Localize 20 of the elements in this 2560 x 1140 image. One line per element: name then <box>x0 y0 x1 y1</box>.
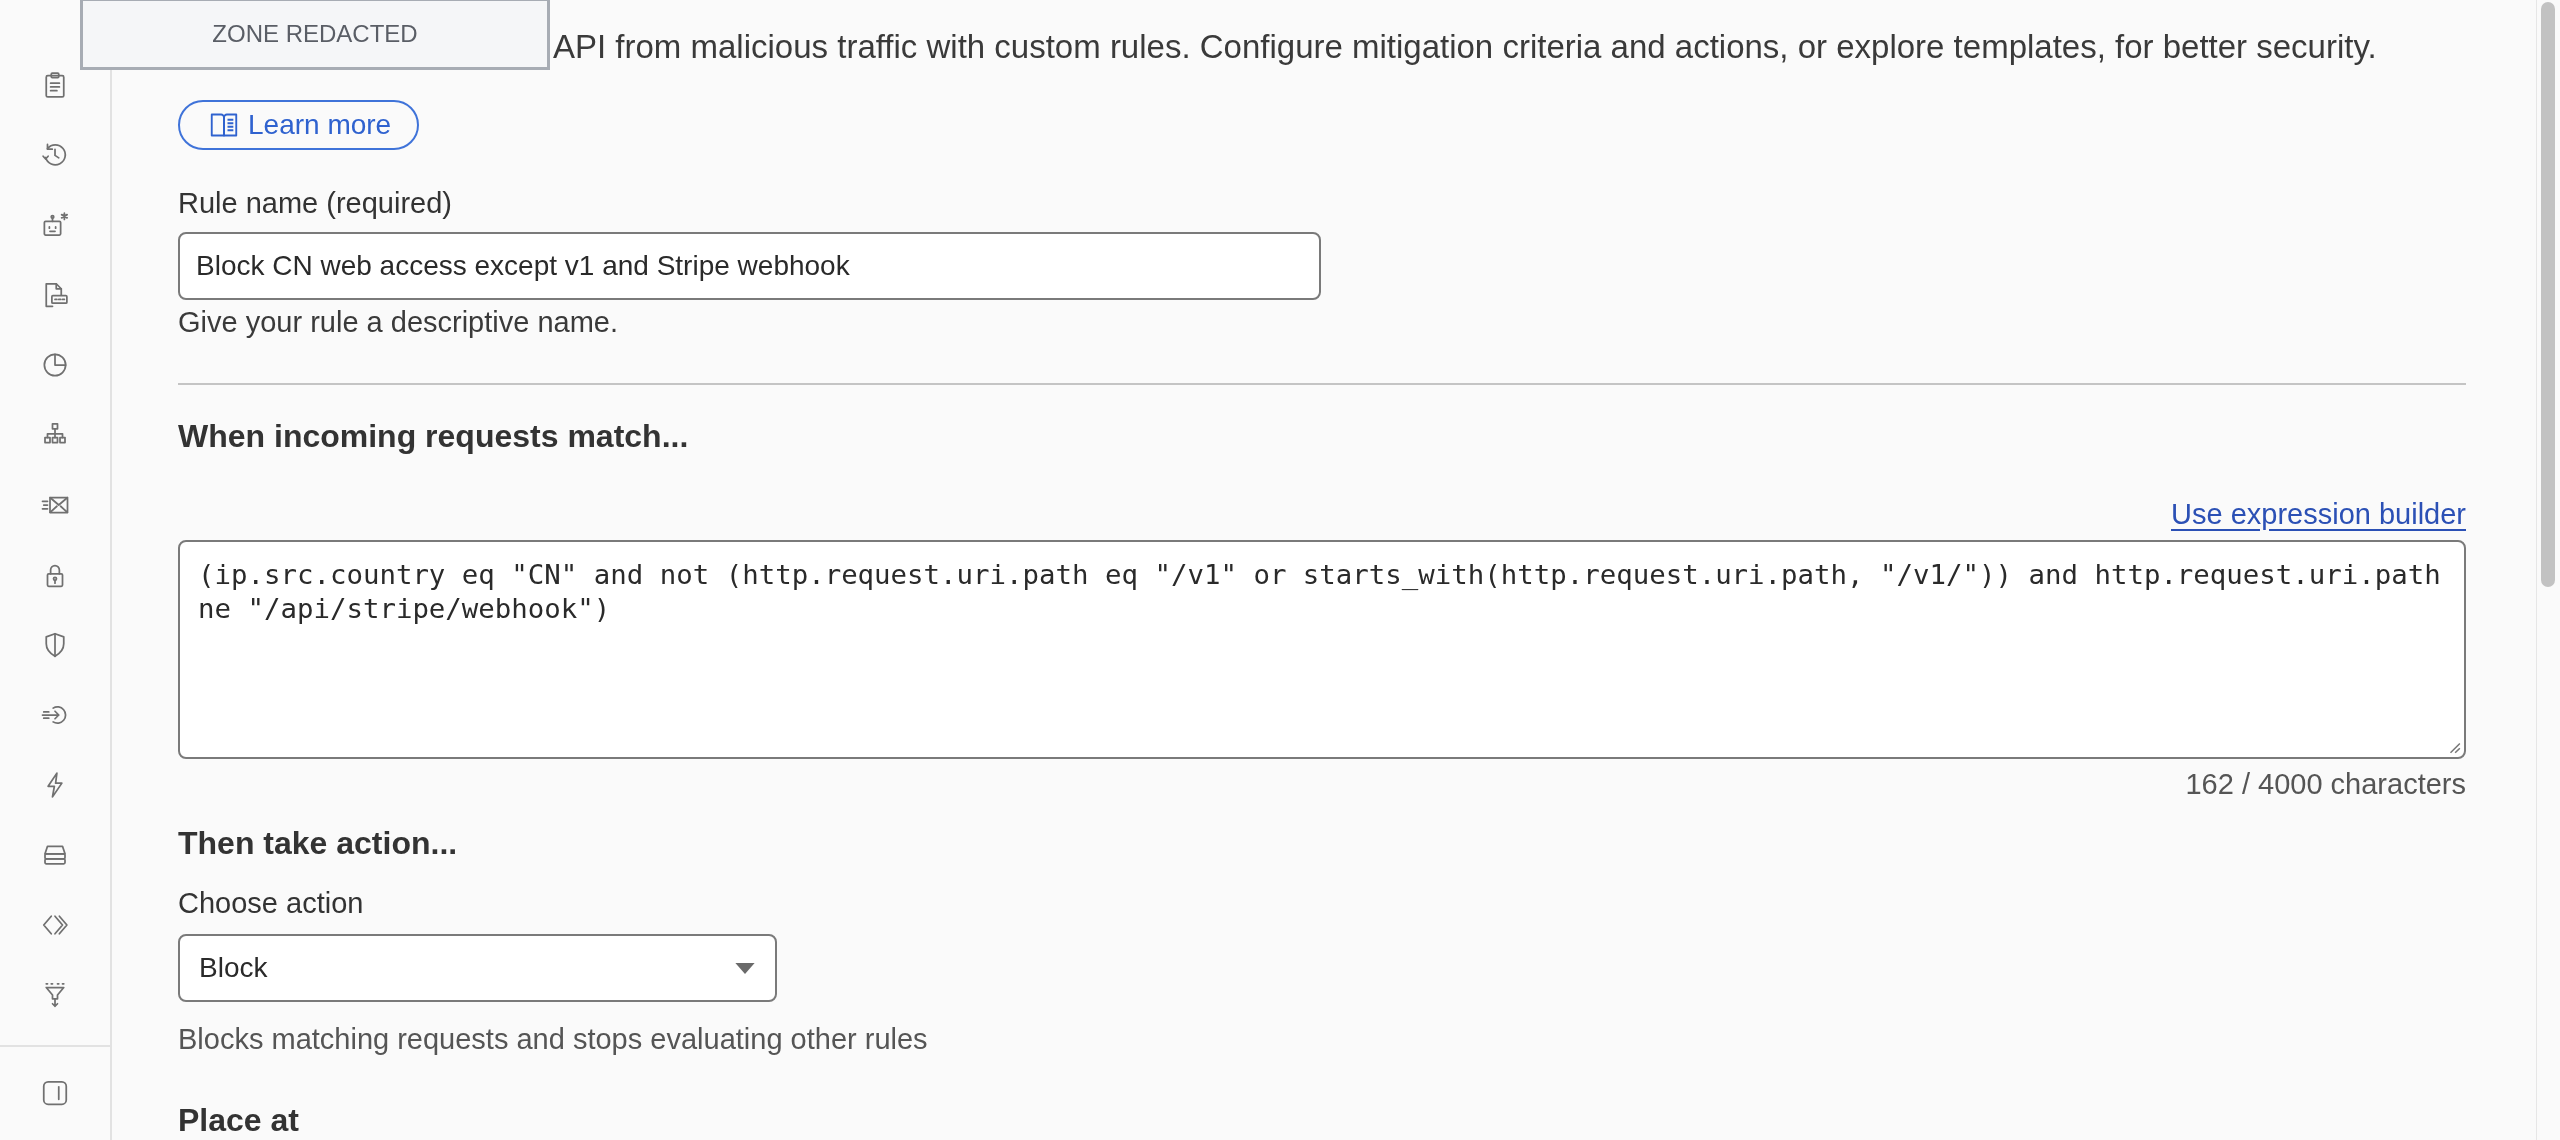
field-label: Rule name (required) <box>178 186 452 220</box>
description-text: API from malicious traffic with custom rules. Configure mitigation criteria and actions, or explore templates, for better security. <box>553 27 2377 67</box>
character-count: 162 / 4000 characters <box>2185 767 2466 801</box>
caret-icon <box>735 962 755 974</box>
book-icon <box>210 112 238 138</box>
action-dropdown[interactable]: Block <box>178 934 777 1002</box>
resize-handle-icon[interactable] <box>2447 740 2461 754</box>
section-heading: Place at <box>178 1102 299 1138</box>
help-text: Give your rule a descriptive name. <box>178 305 619 339</box>
section-heading: Then take action... <box>178 825 458 861</box>
expression-builder-link[interactable]: Use expression builder <box>2171 497 2466 531</box>
help-text: Blocks matching requests and stops evaluating other rules <box>178 1022 928 1056</box>
sidebar-toggle-icon[interactable] <box>40 1078 70 1108</box>
redaction-box: ZONE REDACTED <box>80 0 550 70</box>
field-label: Choose action <box>178 886 364 920</box>
expression-field[interactable]: (ip.src.country eq "CN" and not (http.request.uri.path eq "/v1" or starts_with(http.request.uri.path, "/v1/")) and http.request.uri.path ne "/api/stripe/webhook") <box>178 540 2466 759</box>
rule-name-field[interactable]: Block CN web access except v1 and Stripe webhook <box>178 232 1321 300</box>
section-heading: When incoming requests match... <box>178 418 689 454</box>
scrollbar-thumb[interactable] <box>2541 2 2555 587</box>
learn-more-button[interactable]: Learn more <box>178 100 420 150</box>
